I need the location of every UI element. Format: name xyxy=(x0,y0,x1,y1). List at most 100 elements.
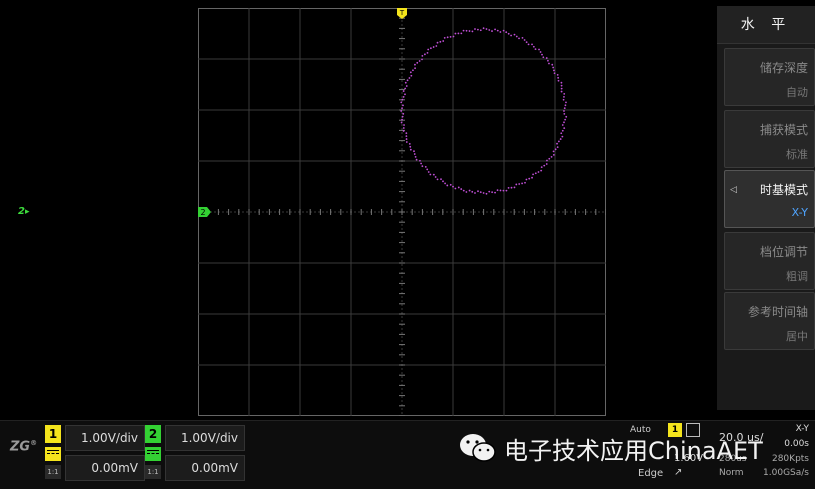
trace-point xyxy=(556,73,559,76)
trace-point xyxy=(560,87,563,90)
trace-point xyxy=(414,63,416,66)
trace-point xyxy=(502,189,505,192)
trace-point xyxy=(557,140,560,143)
trace-point xyxy=(415,158,418,161)
trace-point xyxy=(524,181,526,184)
trigger-type: Edge xyxy=(638,468,664,479)
trace-point xyxy=(563,112,566,115)
trace-point xyxy=(563,92,566,95)
menu-item-capture-mode[interactable]: 捕获模式 标准 xyxy=(724,110,815,168)
trace-point xyxy=(454,32,457,35)
trace-point xyxy=(402,96,405,98)
trace-point xyxy=(424,53,426,56)
trace-point xyxy=(559,138,562,140)
channel-2-scale[interactable]: 1.00V/div xyxy=(165,425,245,451)
trace-point xyxy=(548,62,550,65)
trace-point xyxy=(482,192,485,194)
trace-point xyxy=(479,191,482,194)
trace-point xyxy=(405,132,408,135)
channel-2-offset[interactable]: 0.00mV xyxy=(165,455,245,481)
trace-point xyxy=(443,36,446,39)
trace-point xyxy=(560,132,563,135)
trace-point xyxy=(545,163,548,165)
trace-point xyxy=(561,129,564,132)
trace-point xyxy=(460,32,463,35)
trace-point xyxy=(462,189,465,192)
trace-point xyxy=(531,176,533,179)
trace-point xyxy=(454,187,457,190)
trace-point xyxy=(565,101,567,104)
trace-point xyxy=(531,43,533,46)
trace-point xyxy=(404,93,406,96)
trace-point xyxy=(400,101,403,104)
ch2-offscreen-marker: 2▸ xyxy=(18,206,30,217)
trace-point xyxy=(416,61,419,64)
trace-point xyxy=(412,69,414,72)
menu-item-memory-depth[interactable]: 储存深度 自动 xyxy=(724,48,815,106)
trace-point xyxy=(540,169,543,172)
trace-point xyxy=(418,60,421,62)
rising-edge-icon: ↗ xyxy=(674,467,683,478)
trace-point xyxy=(485,28,488,30)
trace-point xyxy=(465,29,468,32)
channel-2-panel[interactable]: 2 1:1 1.00V/div 0.00mV xyxy=(145,425,245,483)
trace-point xyxy=(404,87,407,90)
channel-1-number[interactable]: 1 xyxy=(45,425,61,443)
trace-point xyxy=(563,121,565,124)
trace-point xyxy=(507,186,510,189)
trace-point xyxy=(560,84,563,87)
trace-point xyxy=(471,30,474,33)
channel-1-scale[interactable]: 1.00V/div xyxy=(65,425,145,451)
trace-point xyxy=(413,150,415,153)
trace-point xyxy=(421,58,423,61)
trace-point xyxy=(542,56,545,59)
trace-point xyxy=(427,48,430,51)
trace-point xyxy=(518,183,521,185)
channel-1-panel[interactable]: 1 1:1 1.00V/div 0.00mV xyxy=(45,425,145,483)
menu-item-label: 档位调节 xyxy=(759,245,808,259)
trace-point xyxy=(534,48,537,51)
trace-point xyxy=(539,51,542,53)
trace-point xyxy=(401,118,403,121)
trace-point xyxy=(479,29,482,32)
trace-point xyxy=(429,173,432,176)
selector-arrow-icon: ◁ xyxy=(730,185,737,195)
channel-1-offset[interactable]: 0.00mV xyxy=(65,455,145,481)
trace-point xyxy=(401,107,403,110)
trace-point xyxy=(521,182,524,185)
brand-logo: ZG® xyxy=(10,439,37,454)
trace-point xyxy=(561,135,564,138)
trace-point xyxy=(402,104,404,107)
menu-item-range-adjust[interactable]: 档位调节 粗调 xyxy=(724,232,815,290)
trace-point xyxy=(550,155,553,158)
trace-point xyxy=(488,190,491,193)
trace-point xyxy=(449,183,452,186)
trace-point xyxy=(557,79,560,82)
trace-point xyxy=(403,124,405,126)
trace-point xyxy=(552,150,555,153)
trace-point xyxy=(421,54,424,57)
trace-point xyxy=(552,66,555,69)
trace-point xyxy=(557,76,560,79)
trace-point xyxy=(429,47,432,50)
timebase-delay: 0.00s xyxy=(784,439,809,449)
trace-point xyxy=(439,40,442,43)
trace-point xyxy=(564,104,567,107)
channel-2-number[interactable]: 2 xyxy=(145,425,161,443)
horizontal-menu: 水 平 储存深度 自动 捕获模式 标准 ◁ 时基模式 X-Y 档位调节 粗调 参… xyxy=(717,6,815,410)
trace-point xyxy=(400,121,403,124)
trace-point xyxy=(513,186,516,189)
trace-point xyxy=(446,184,449,187)
waveform-display: T2 xyxy=(198,8,606,416)
trace-point xyxy=(541,53,543,56)
menu-item-label: 捕获模式 xyxy=(759,123,808,137)
ch2-offscreen-label: 2 xyxy=(18,206,25,217)
trace-point xyxy=(513,33,516,36)
menu-item-reference-time[interactable]: 参考时间轴 居中 xyxy=(724,292,815,350)
menu-item-timebase-mode[interactable]: ◁ 时基模式 X-Y xyxy=(724,170,815,228)
memory-points: 280Kpts xyxy=(771,454,809,464)
oscilloscope-screen: T2 2▸ 水 平 储存深度 自动 捕获模式 标准 ◁ 时基模式 X-Y 档位调… xyxy=(0,0,815,489)
trace-point xyxy=(532,173,534,176)
trace-point xyxy=(409,148,412,151)
trace-point xyxy=(534,172,537,175)
